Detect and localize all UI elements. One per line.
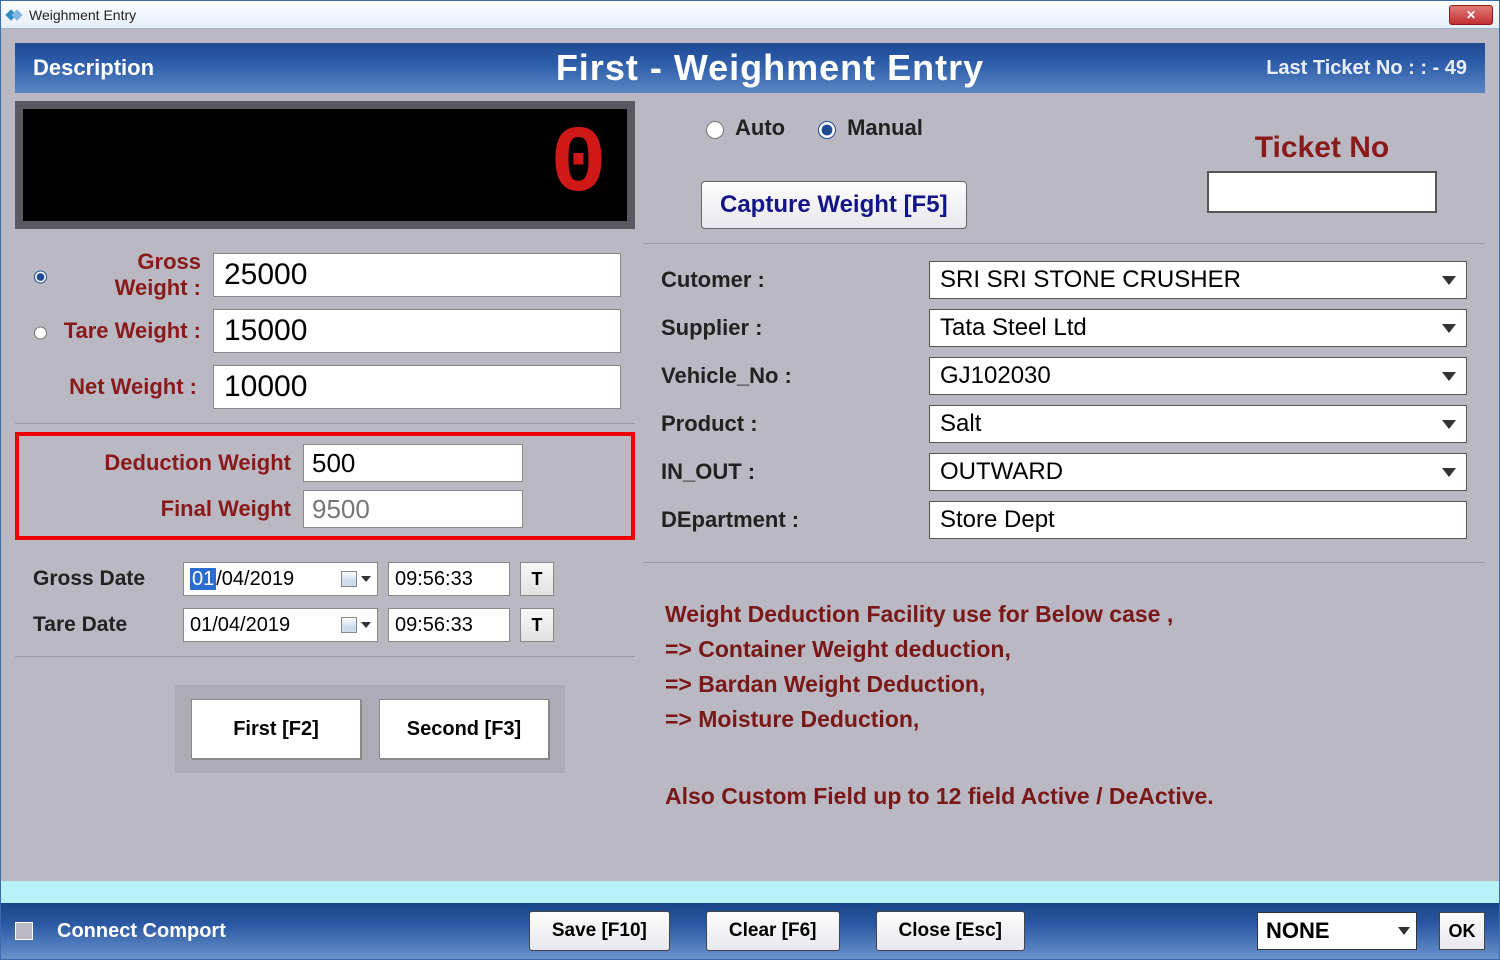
window-title: Weighment Entry bbox=[29, 7, 1449, 23]
customer-combo[interactable]: SRI SRI STONE CRUSHER bbox=[929, 261, 1467, 299]
chevron-down-icon bbox=[1442, 468, 1456, 477]
vehicle-no-combo[interactable]: GJ102030 bbox=[929, 357, 1467, 395]
description-label: Description bbox=[33, 55, 393, 81]
customer-label: Cutomer : bbox=[661, 267, 921, 293]
tare-weight-input[interactable] bbox=[213, 309, 621, 353]
titlebar: Weighment Entry ✕ bbox=[1, 1, 1499, 29]
tare-date-picker[interactable]: 01/04/2019 bbox=[183, 608, 378, 642]
auto-radio[interactable] bbox=[706, 121, 724, 139]
header-bar: Description First - Weighment Entry Last… bbox=[15, 43, 1485, 93]
department-label: DEpartment : bbox=[661, 507, 921, 533]
calendar-icon bbox=[341, 571, 357, 587]
gross-time-input[interactable]: 09:56:33 bbox=[388, 562, 510, 596]
gross-date-picker[interactable]: 01/04/2019 bbox=[183, 562, 378, 596]
chevron-down-icon bbox=[1442, 420, 1456, 429]
gross-weight-input[interactable] bbox=[213, 253, 621, 297]
chevron-down-icon bbox=[361, 576, 371, 582]
main-title: First - Weighment Entry bbox=[393, 47, 1147, 89]
weight-display: 0 bbox=[23, 109, 627, 221]
save-button[interactable]: Save [F10] bbox=[529, 911, 670, 951]
net-weight-label: Net Weight : bbox=[55, 374, 201, 400]
connect-comport-label: Connect Comport bbox=[57, 920, 226, 943]
product-label: Product : bbox=[661, 411, 921, 437]
first-second-panel: First [F2] Second [F3] bbox=[15, 665, 635, 793]
inout-combo[interactable]: OUTWARD bbox=[929, 453, 1467, 491]
gross-weight-radio[interactable] bbox=[34, 267, 47, 287]
close-button[interactable]: Close [Esc] bbox=[876, 911, 1025, 951]
final-weight-input[interactable] bbox=[303, 490, 523, 528]
calendar-icon bbox=[341, 617, 357, 633]
gross-weight-label: Gross Weight : bbox=[62, 249, 201, 301]
manual-label: Manual bbox=[847, 115, 923, 141]
clear-button[interactable]: Clear [F6] bbox=[706, 911, 840, 951]
final-weight-label: Final Weight bbox=[33, 496, 291, 522]
ok-button[interactable]: OK bbox=[1439, 912, 1485, 950]
tare-weight-label: Tare Weight : bbox=[62, 318, 201, 344]
chevron-down-icon bbox=[1442, 372, 1456, 381]
connect-comport-checkbox[interactable] bbox=[15, 922, 33, 940]
tare-time-button[interactable]: T bbox=[520, 608, 554, 642]
weight-display-value: 0 bbox=[550, 118, 607, 213]
deduction-weight-input[interactable] bbox=[303, 444, 523, 482]
gross-date-label: Gross Date bbox=[33, 567, 173, 591]
left-column: 0 Gross Weight : Tare Weight : bbox=[15, 101, 635, 873]
tare-time-input[interactable]: 09:56:33 bbox=[388, 608, 510, 642]
note-line: => Bardan Weight Deduction, bbox=[665, 671, 1463, 698]
close-window-button[interactable]: ✕ bbox=[1449, 5, 1493, 25]
last-ticket-label: Last Ticket No : : - 49 bbox=[1147, 57, 1467, 80]
manual-radio[interactable] bbox=[818, 121, 836, 139]
app-icon bbox=[7, 7, 23, 23]
notes-panel: Weight Deduction Facility use for Below … bbox=[643, 563, 1485, 848]
auto-label: Auto bbox=[735, 115, 785, 141]
deduction-panel: Deduction Weight Final Weight bbox=[15, 432, 635, 540]
separator-bar bbox=[1, 881, 1499, 903]
note-line: => Container Weight deduction, bbox=[665, 636, 1463, 663]
department-input[interactable] bbox=[929, 501, 1467, 539]
details-panel: Cutomer : SRI SRI STONE CRUSHER Supplier… bbox=[643, 244, 1485, 563]
ticket-no-label: Ticket No bbox=[1207, 131, 1437, 165]
note-line: => Moisture Deduction, bbox=[665, 706, 1463, 733]
right-column: Auto Manual Capture Weight [F5] Ticket N… bbox=[643, 101, 1485, 873]
vehicle-no-label: Vehicle_No : bbox=[661, 363, 921, 389]
inout-label: IN_OUT : bbox=[661, 459, 921, 485]
mode-panel: Auto Manual Capture Weight [F5] Ticket N… bbox=[643, 101, 1485, 244]
first-button[interactable]: First [F2] bbox=[191, 699, 361, 759]
deduction-weight-label: Deduction Weight bbox=[33, 450, 291, 476]
window: Weighment Entry ✕ Description First - We… bbox=[0, 0, 1500, 960]
gross-time-button[interactable]: T bbox=[520, 562, 554, 596]
ticket-no-input[interactable] bbox=[1207, 171, 1437, 213]
capture-weight-button[interactable]: Capture Weight [F5] bbox=[701, 181, 967, 229]
chevron-down-icon bbox=[1442, 276, 1456, 285]
chevron-down-icon bbox=[361, 622, 371, 628]
date-panel: Gross Date 01/04/2019 09:56:33 T Tare Da… bbox=[15, 548, 635, 657]
supplier-label: Supplier : bbox=[661, 315, 921, 341]
weight-panel: Gross Weight : Tare Weight : Net Weight … bbox=[15, 237, 635, 424]
note-line: Weight Deduction Facility use for Below … bbox=[665, 601, 1463, 628]
product-combo[interactable]: Salt bbox=[929, 405, 1467, 443]
tare-date-label: Tare Date bbox=[33, 613, 173, 637]
bottom-bar: Connect Comport Save [F10] Clear [F6] Cl… bbox=[1, 903, 1499, 959]
tare-weight-radio[interactable] bbox=[34, 323, 47, 343]
bottom-combo[interactable]: NONE bbox=[1257, 912, 1417, 950]
chevron-down-icon bbox=[1398, 927, 1410, 935]
note-line: Also Custom Field up to 12 field Active … bbox=[665, 783, 1463, 810]
net-weight-input[interactable] bbox=[213, 365, 621, 409]
second-button[interactable]: Second [F3] bbox=[379, 699, 549, 759]
weight-display-panel: 0 bbox=[15, 101, 635, 229]
main-area: 0 Gross Weight : Tare Weight : bbox=[15, 93, 1485, 881]
supplier-combo[interactable]: Tata Steel Ltd bbox=[929, 309, 1467, 347]
chevron-down-icon bbox=[1442, 324, 1456, 333]
content: Description First - Weighment Entry Last… bbox=[1, 29, 1499, 959]
